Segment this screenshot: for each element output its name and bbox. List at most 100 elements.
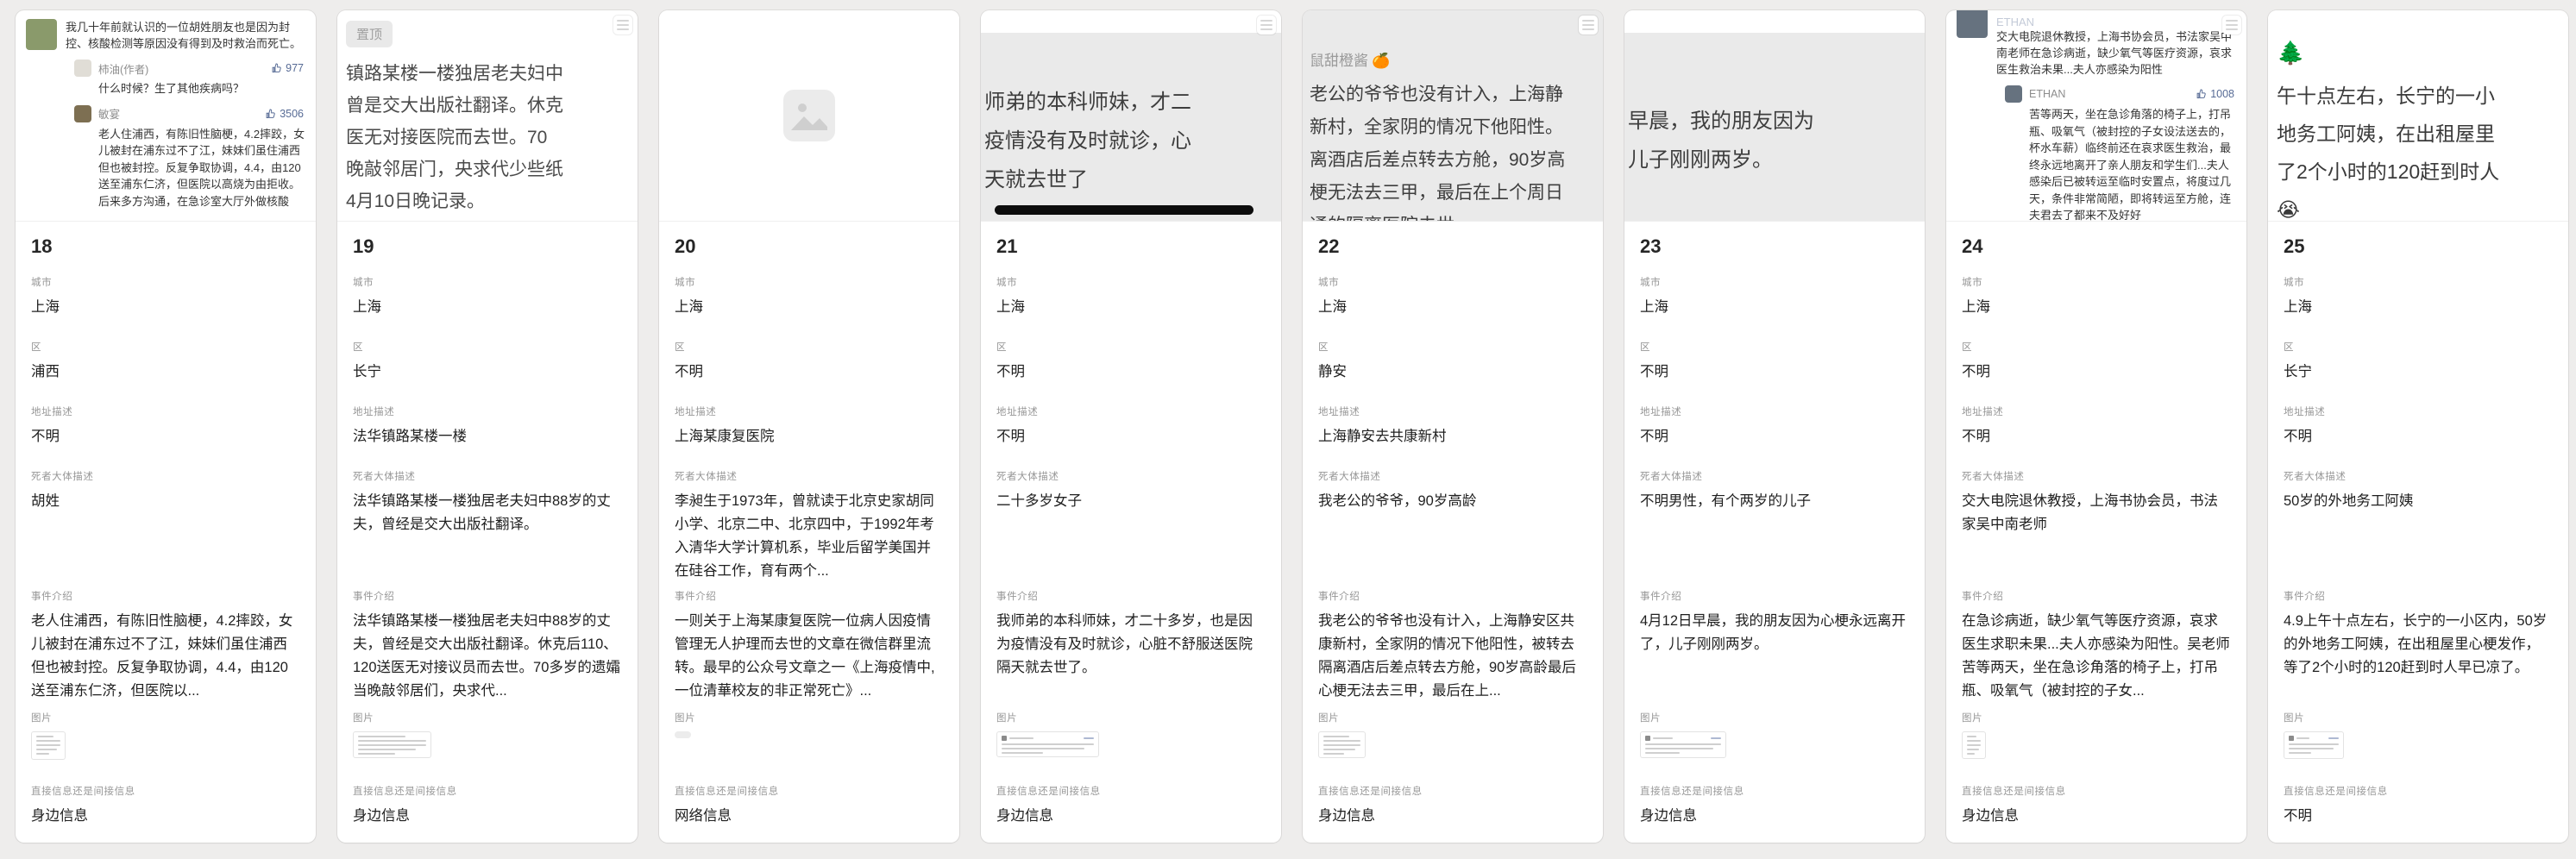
field-label-event: 事件介绍 bbox=[1962, 589, 2231, 603]
redaction-bar bbox=[995, 205, 1253, 215]
image-placeholder-icon bbox=[781, 87, 838, 144]
field-label-image: 图片 bbox=[1962, 711, 2231, 724]
field-value-district: 浦西 bbox=[31, 361, 300, 384]
attachment-thumbnail[interactable] bbox=[1318, 731, 1366, 758]
commenter-name: 柿油(作者) bbox=[98, 60, 148, 77]
field-value-address: 不明 bbox=[2284, 425, 2553, 448]
field-value-address: 不明 bbox=[1640, 425, 1909, 448]
field-label-city: 城市 bbox=[353, 275, 622, 289]
record-number: 22 bbox=[1318, 234, 1587, 260]
comment-text: 老人住浦西，有陈旧性脑梗，4.2摔跤，女儿被封在浦东过不了江，妹妹们虽住浦西但也… bbox=[98, 126, 307, 210]
like-number: 977 bbox=[286, 62, 304, 74]
attachment-thumbnail[interactable] bbox=[996, 731, 1099, 757]
attachment-thumbnail[interactable] bbox=[1640, 731, 1726, 758]
like-count[interactable]: 1008 bbox=[2196, 88, 2238, 100]
record-card[interactable]: 置顶镇路某楼一楼独居老夫妇中曾是交大出版社翻译。休克医无对接医院而去世。70晚敲… bbox=[337, 10, 638, 843]
screenshot-text-line: 医无对接医院而去世。70 bbox=[346, 122, 638, 154]
expand-record-button[interactable] bbox=[613, 16, 632, 34]
card-cover-placeholder bbox=[659, 10, 959, 222]
card-cover-screenshot: ETHAN交大电院退休教授，上海书协会员，书法家吴中南老师在急诊病逝，缺少氧气等… bbox=[1946, 10, 2246, 222]
attachment-thumbnail[interactable] bbox=[353, 731, 431, 758]
record-number: 18 bbox=[31, 234, 300, 260]
field-value-deceased: 法华镇路某楼一楼独居老夫妇中88岁的丈夫，曾经是交大出版社翻译。 bbox=[353, 490, 622, 536]
field-label-deceased: 死者大体描述 bbox=[996, 469, 1266, 483]
field-label-event: 事件介绍 bbox=[353, 589, 622, 603]
field-label-direct: 直接信息还是间接信息 bbox=[675, 784, 944, 798]
attachment-thumbnail[interactable] bbox=[31, 731, 66, 760]
field-value-event: 在急诊病逝，缺少氧气等医疗资源，哀求医生求职未果...夫人亦感染为阳性。吴老师苦… bbox=[1962, 610, 2231, 703]
field-label-district: 区 bbox=[2284, 340, 2553, 354]
expand-record-button[interactable] bbox=[1579, 16, 1598, 34]
screenshot-text-line: 晚敲邻居门，央求代少些纸 bbox=[346, 154, 638, 185]
like-number: 3506 bbox=[280, 108, 304, 120]
pinned-tag: 置顶 bbox=[346, 21, 393, 47]
screenshot-text-line: 师弟的本科师妹，才二 bbox=[984, 83, 1281, 122]
field-value-address: 法华镇路某楼一楼 bbox=[353, 425, 622, 448]
field-label-city: 城市 bbox=[2284, 275, 2553, 289]
record-card[interactable]: 20城市上海区不明地址描述上海某康复医院死者大体描述李昶生于1973年，曾就读于… bbox=[659, 10, 959, 843]
screenshot-text-line: 午十点左右，长宁的一小 bbox=[2277, 77, 2568, 115]
record-card[interactable]: 师弟的本科师妹，才二疫情没有及时就诊，心天就去世了21城市上海区不明地址描述不明… bbox=[981, 10, 1281, 843]
field-label-image: 图片 bbox=[31, 711, 300, 724]
expand-record-button[interactable] bbox=[2222, 16, 2241, 34]
screenshot-text: 镇路某楼一楼独居老夫妇中曾是交大出版社翻译。休克医无对接医院而去世。70晚敲邻居… bbox=[346, 58, 638, 217]
orange-emoji: 🍊 bbox=[1372, 53, 1390, 69]
field-value-district: 长宁 bbox=[2284, 361, 2553, 384]
record-card[interactable]: 🌲午十点左右，长宁的一小地务工阿姨，在出租屋里了2个小时的120赶到时人😭25城… bbox=[2268, 10, 2568, 843]
like-count[interactable]: 977 bbox=[272, 62, 307, 74]
attachment-thumbnail[interactable] bbox=[675, 731, 691, 738]
screenshot-text: 师弟的本科师妹，才二疫情没有及时就诊，心天就去世了 bbox=[981, 33, 1281, 199]
field-label-address: 地址描述 bbox=[675, 404, 944, 418]
field-value-city: 上海 bbox=[353, 296, 622, 319]
field-value-address: 上海静安去共康新村 bbox=[1318, 425, 1587, 448]
field-label-deceased: 死者大体描述 bbox=[353, 469, 622, 483]
card-cover-screenshot: 🌲午十点左右，长宁的一小地务工阿姨，在出租屋里了2个小时的120赶到时人😭 bbox=[2268, 10, 2568, 222]
thumbs-up-icon bbox=[266, 109, 276, 119]
record-card[interactable]: ETHAN交大电院退休教授，上海书协会员，书法家吴中南老师在急诊病逝，缺少氧气等… bbox=[1946, 10, 2246, 843]
commenter-name: 敏宴 bbox=[98, 105, 120, 122]
field-label-district: 区 bbox=[31, 340, 300, 354]
thumb-avatar bbox=[1002, 736, 1007, 741]
record-card[interactable]: 我几十年前就认识的一位胡姓朋友也是因为封控、核酸检测等原因没有得到及时救治而死亡… bbox=[16, 10, 316, 843]
field-label-deceased: 死者大体描述 bbox=[1640, 469, 1909, 483]
field-label-city: 城市 bbox=[1640, 275, 1909, 289]
screenshot-text-line: 天就去世了 bbox=[984, 160, 1281, 199]
field-value-event: 4月12日早晨，我的朋友因为心梗永远离开了，儿子刚刚两岁。 bbox=[1640, 610, 1909, 656]
comment: ETHAN1008苦等两天，坐在急诊角落的椅子上，打吊瓶、吸氧气（被封控的子女设… bbox=[2005, 85, 2238, 222]
screenshot-text-line: 镇路某楼一楼独居老夫妇中 bbox=[346, 58, 638, 90]
field-value-address: 上海某康复医院 bbox=[675, 425, 944, 448]
expand-record-button[interactable] bbox=[1257, 16, 1276, 34]
record-card[interactable]: 早晨，我的朋友因为儿子刚刚两岁。23城市上海区不明地址描述不明死者大体描述不明男… bbox=[1624, 10, 1925, 843]
field-value-district: 长宁 bbox=[353, 361, 622, 384]
screenshot-text-line: 儿子刚刚两岁。 bbox=[1628, 141, 1925, 179]
field-value-direct: 身边信息 bbox=[1318, 805, 1587, 828]
field-label-address: 地址描述 bbox=[1640, 404, 1909, 418]
commenter-avatar bbox=[74, 60, 91, 77]
field-value-deceased: 李昶生于1973年，曾就读于北京史家胡同小学、北京二中、北京四中，于1992年考… bbox=[675, 490, 944, 583]
screenshot-text-line: 梗无法去三甲，最后在上个周日 bbox=[1310, 177, 1603, 210]
field-value-city: 上海 bbox=[1962, 296, 2231, 319]
like-number: 1008 bbox=[2210, 88, 2234, 100]
field-value-event: 我师弟的本科师妹，才二十多岁，也是因为疫情没有及时就诊，心脏不舒服送医院隔天就去… bbox=[996, 610, 1266, 680]
record-number: 19 bbox=[353, 234, 622, 260]
field-value-address: 不明 bbox=[31, 425, 300, 448]
field-value-district: 静安 bbox=[1318, 361, 1587, 384]
like-count[interactable]: 3506 bbox=[266, 108, 307, 120]
field-label-district: 区 bbox=[1962, 340, 2231, 354]
attachment-thumbnail[interactable] bbox=[2284, 731, 2344, 759]
post-text: 交大电院退休教授，上海书协会员，书法家吴中南老师在急诊病逝，缺少氧气等医疗资源，… bbox=[1996, 28, 2238, 78]
field-label-address: 地址描述 bbox=[353, 404, 622, 418]
card-cover-screenshot: 我几十年前就认识的一位胡姓朋友也是因为封控、核酸检测等原因没有得到及时救治而死亡… bbox=[16, 10, 316, 222]
field-value-city: 上海 bbox=[1318, 296, 1587, 319]
field-value-event: 一则关于上海某康复医院一位病人因疫情管理无人护理而去世的文章在微信群里流转。最早… bbox=[675, 610, 944, 703]
poster-name: 鼠甜橙酱🍊 bbox=[1310, 48, 1603, 70]
field-label-deceased: 死者大体描述 bbox=[1962, 469, 2231, 483]
field-label-city: 城市 bbox=[31, 275, 300, 289]
field-label-address: 地址描述 bbox=[1318, 404, 1587, 418]
field-label-deceased: 死者大体描述 bbox=[31, 469, 300, 483]
post-text: 我几十年前就认识的一位胡姓朋友也是因为封控、核酸检测等原因没有得到及时救治而死亡… bbox=[66, 19, 307, 52]
attachment-thumbnail[interactable] bbox=[1962, 731, 1986, 759]
field-label-event: 事件介绍 bbox=[31, 589, 300, 603]
screenshot-text-line: 地务工阿姨，在出租屋里 bbox=[2277, 115, 2568, 153]
record-card[interactable]: 鼠甜橙酱🍊老公的爷爷也没有计入，上海静新村，全家阴的情况下他阳性。离酒店后差点转… bbox=[1303, 10, 1603, 843]
